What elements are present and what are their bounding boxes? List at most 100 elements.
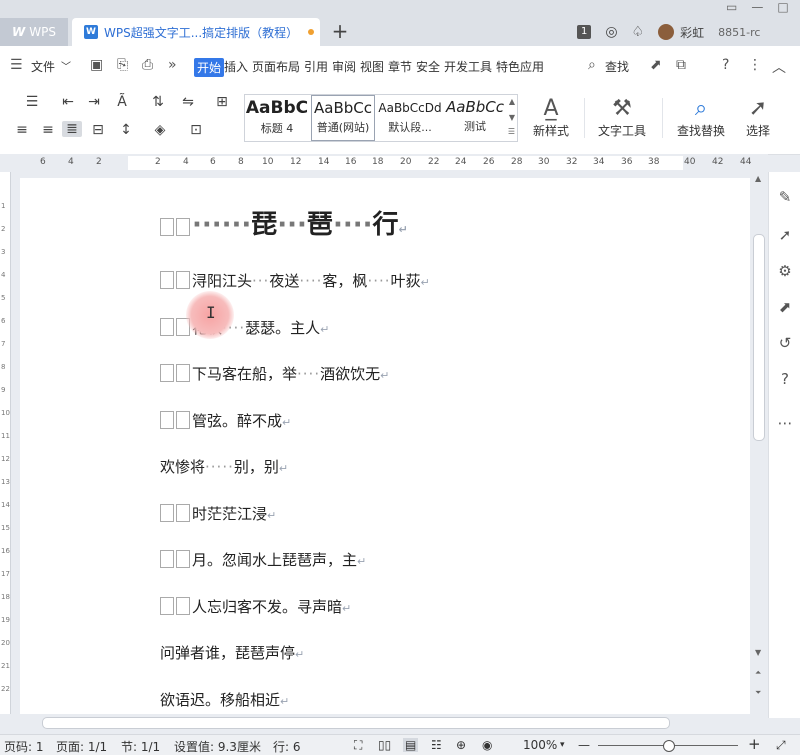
scroll-up-icon[interactable]: ▲ <box>755 174 761 183</box>
doc-title[interactable]: ······琵···琶····行↵ <box>160 204 408 241</box>
gallery-expand-icon[interactable]: ☰ <box>508 127 515 136</box>
menu-references[interactable]: 引用 <box>304 58 328 75</box>
doc-line[interactable]: 问弹者谁，琵琶声停↵ <box>160 642 304 663</box>
document-tab[interactable]: W WPS超强文字工...搞定排版（教程） <box>72 18 320 46</box>
doc-line[interactable]: 下马客在船，举····酒欲饮无↵ <box>160 363 389 384</box>
distribute-icon[interactable]: ⊟ <box>88 122 108 138</box>
print-icon[interactable]: ⎙ <box>142 57 153 73</box>
wps-home-tab[interactable]: W WPS <box>0 18 68 46</box>
doc-line[interactable]: 月。忽闻水上琵琶声，主↵ <box>160 549 366 570</box>
outline-view-icon[interactable]: ☷ <box>431 738 442 752</box>
collab-icon[interactable]: ⧉ <box>676 57 686 73</box>
vertical-scrollbar[interactable]: ▲ ▼ ⏶ ⏷ <box>750 172 768 718</box>
line-spacing-icon[interactable]: ↕ <box>116 122 136 138</box>
restore-icon[interactable]: ▭ <box>726 0 737 16</box>
expand-icon[interactable]: ⤢ <box>776 738 786 753</box>
show-marks-icon[interactable]: ⇋ <box>178 94 198 110</box>
prev-page-icon[interactable]: ⏶ <box>755 668 761 678</box>
share-icon[interactable]: ⬈ <box>650 57 662 73</box>
menu-file[interactable]: 文件 <box>31 58 55 75</box>
read-mode-icon[interactable]: ▯▯ <box>378 738 391 752</box>
export-pdf-icon[interactable]: ⎘ <box>117 57 128 73</box>
gallery-scroll-down-icon[interactable]: ▼ <box>509 113 515 122</box>
increase-indent-icon[interactable]: ⇥ <box>84 94 104 110</box>
zoom-slider-knob[interactable] <box>663 740 675 752</box>
web-view-icon[interactable]: ⊕ <box>456 738 466 752</box>
horizontal-ruler[interactable]: 6 4 2 2 4 6 8 10 12 14 16 18 20 22 24 26 28 30 32 34 36 38 40 4… <box>0 154 768 172</box>
menu-view[interactable]: 视图 <box>360 58 384 75</box>
more-quick-icon[interactable]: » <box>168 57 177 73</box>
decrease-indent-icon[interactable]: ⇤ <box>58 94 78 110</box>
skin-icon[interactable]: ◎ <box>605 24 617 40</box>
settings-sliders-icon[interactable]: ⚙ <box>776 262 794 280</box>
search-icon[interactable]: ⌕ <box>588 57 596 73</box>
vertical-ruler[interactable]: 1 2 3 4 5 6 7 8 9 10 11 12 13 14 15 16 17 18 19 20 21 22 <box>0 172 11 718</box>
zoom-in-icon[interactable]: + <box>748 735 761 753</box>
avatar[interactable] <box>658 24 675 40</box>
doc-line[interactable]: 欢惨将·····别，别↵ <box>160 456 288 477</box>
more-menu-icon[interactable]: ⋮ <box>748 57 762 73</box>
help-circle-icon[interactable]: ? <box>776 370 794 388</box>
border-icon[interactable]: ⊡ <box>186 122 206 138</box>
align-justify-icon[interactable]: ≣ <box>62 121 82 137</box>
user-name[interactable]: 彩虹 <box>680 24 704 41</box>
zoom-level[interactable]: 100% <box>523 738 557 752</box>
menu-review[interactable]: 审阅 <box>332 58 356 75</box>
new-style-button[interactable]: A̲ 新样式 <box>524 96 578 139</box>
hamburger-icon[interactable]: ☰ <box>10 57 23 73</box>
zoom-out-icon[interactable]: — <box>578 738 590 752</box>
pen-icon[interactable]: ✎ <box>776 188 794 206</box>
eye-protect-icon[interactable]: ◉ <box>482 738 492 752</box>
style-test[interactable]: AaBbCc 测试 <box>443 95 507 141</box>
bullet-list-icon[interactable]: ☰ <box>22 94 42 110</box>
fullscreen-icon[interactable]: ⛶ <box>354 738 362 753</box>
style-heading4[interactable]: AaBbC 标题 4 <box>245 95 309 141</box>
more-dots-icon[interactable]: ⋯ <box>776 414 794 432</box>
shading-icon[interactable]: ◈ <box>150 122 170 138</box>
horizontal-scroll-thumb[interactable] <box>42 717 670 729</box>
help-icon[interactable]: ? <box>722 57 729 73</box>
style-default-para[interactable]: AaBbCcDd 默认段... <box>377 95 443 141</box>
new-tab-button[interactable]: + <box>330 20 350 44</box>
zoom-caret-icon[interactable]: ▾ <box>560 740 565 750</box>
menu-chapter[interactable]: 章节 <box>388 58 412 75</box>
doc-line[interactable]: 花秋····瑟瑟。主人↵ <box>160 317 329 338</box>
menu-home[interactable]: 开始 <box>194 58 225 77</box>
align-left-icon[interactable]: ≡ <box>12 122 32 138</box>
minimize-icon[interactable]: — <box>751 0 763 16</box>
scroll-down-icon[interactable]: ▼ <box>755 648 761 657</box>
find-replace-button[interactable]: ⌕ 查找替换 <box>670 96 732 139</box>
window-count-badge[interactable]: 1 <box>577 25 592 39</box>
char-format-icon[interactable]: Ã <box>112 94 132 110</box>
doc-line[interactable]: 时茫茫江浸↵ <box>160 503 276 524</box>
doc-line[interactable]: 浔阳江头···夜送····客，枫····叶荻↵ <box>160 270 430 291</box>
menu-security[interactable]: 安全 <box>416 58 440 75</box>
doc-line[interactable]: 人忘归客不发。寻声暗↵ <box>160 596 351 617</box>
table-grid-icon[interactable]: ⊞ <box>212 94 232 110</box>
maximize-icon[interactable]: □ <box>777 0 788 16</box>
doc-line[interactable]: 管弦。醉不成↵ <box>160 410 291 431</box>
history-icon[interactable]: ↺ <box>776 334 794 352</box>
gallery-scroll-up-icon[interactable]: ▲ <box>509 97 515 106</box>
style-normal-web[interactable]: AaBbCc 普通(网站) <box>311 95 375 141</box>
menu-special[interactable]: 特色应用 <box>496 58 544 75</box>
collapse-ribbon-icon[interactable]: ︿ <box>772 57 786 77</box>
page-view-icon[interactable]: ▤ <box>403 738 419 752</box>
select-button[interactable]: ➚ 选择 <box>738 96 778 139</box>
sort-icon[interactable]: ⇅ <box>148 94 168 110</box>
text-tools-button[interactable]: ⚒ 文字工具 <box>592 96 652 139</box>
file-caret-icon[interactable]: ﹀ <box>61 58 71 73</box>
search-label[interactable]: 查找 <box>605 58 629 75</box>
share-out-icon[interactable]: ⬈ <box>776 298 794 316</box>
menu-developer[interactable]: 开发工具 <box>444 58 492 75</box>
shirt-icon[interactable]: ♤ <box>632 24 645 40</box>
horizontal-scrollbar[interactable] <box>0 714 768 732</box>
save-icon[interactable]: ▣ <box>90 57 103 73</box>
document-page[interactable]: ······琵···琶····行↵ 浔阳江头···夜送····客，枫····叶荻↵… <box>20 178 750 714</box>
vertical-scroll-thumb[interactable] <box>753 234 765 441</box>
select-cursor-icon[interactable]: ➚ <box>776 226 794 244</box>
next-page-icon[interactable]: ⏷ <box>755 688 761 698</box>
align-center-icon[interactable]: ≡ <box>38 122 58 138</box>
doc-line[interactable]: 欲语迟。移船相近↵ <box>160 689 289 710</box>
menu-page-layout[interactable]: 页面布局 <box>252 58 300 75</box>
